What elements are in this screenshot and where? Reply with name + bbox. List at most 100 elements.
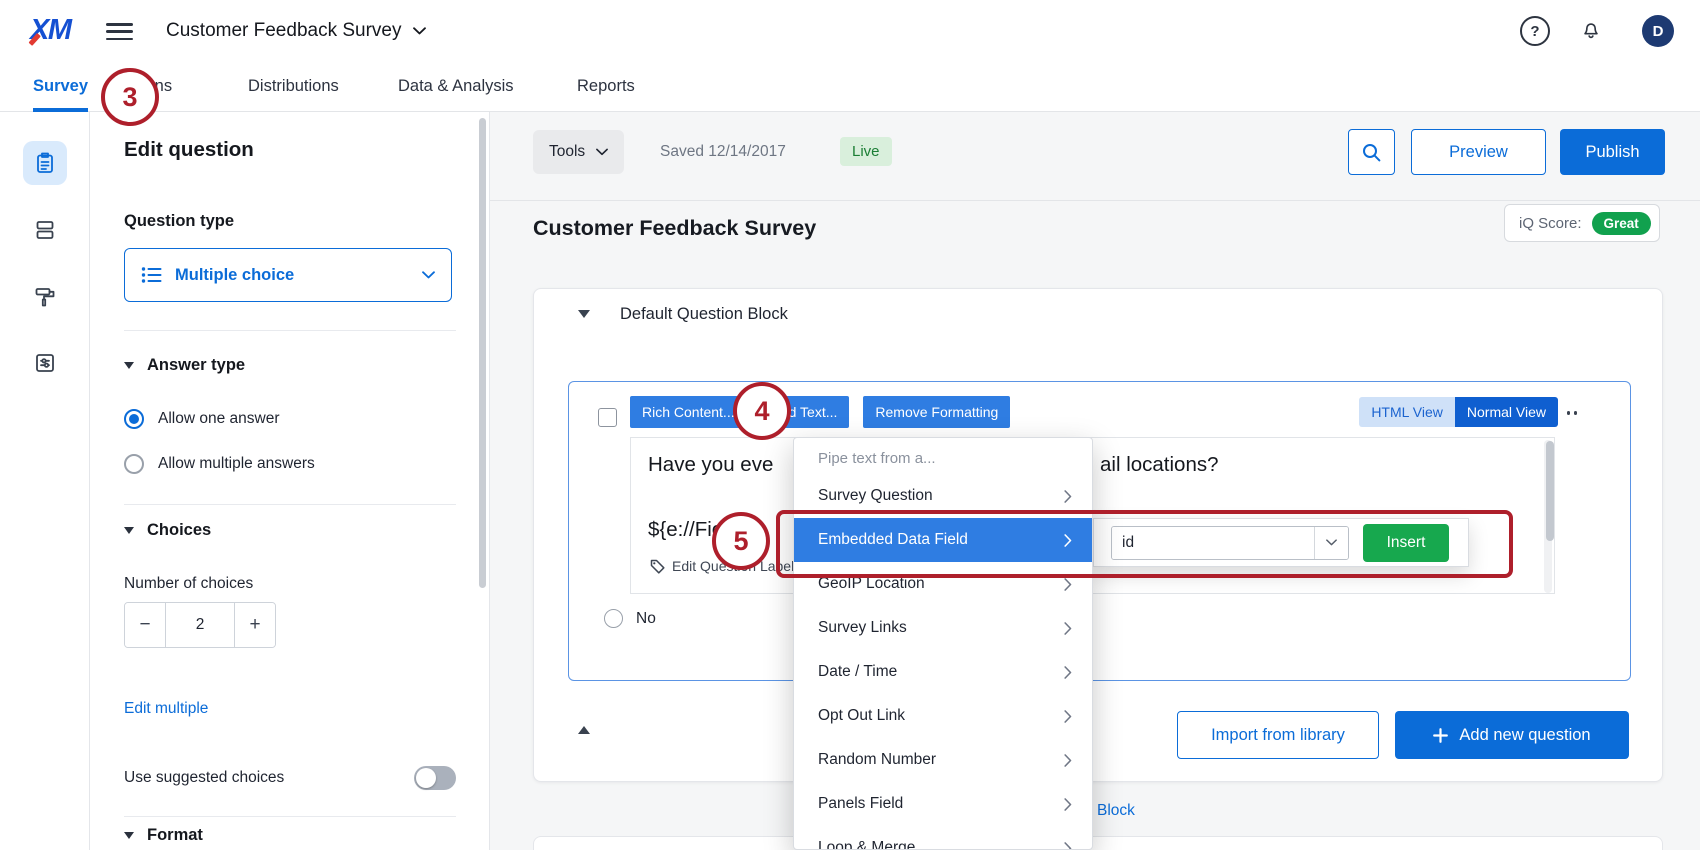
edit-multiple-link[interactable]: Edit multiple xyxy=(124,700,208,718)
chevron-right-icon xyxy=(1064,622,1072,635)
tab-survey[interactable]: Survey xyxy=(33,62,88,111)
iq-score-badge: Great xyxy=(1592,212,1651,235)
tab-distributions[interactable]: Distributions xyxy=(248,62,339,111)
view-mode-tabs: HTML View Normal View xyxy=(1359,397,1558,427)
survey-canvas: Tools Saved 12/14/2017 Live Preview Publ… xyxy=(490,112,1700,850)
insert-button[interactable]: Insert xyxy=(1363,524,1449,562)
question-text-fragment-right: ail locations? xyxy=(1100,453,1219,477)
chevron-down-icon xyxy=(422,271,435,279)
next-block-card-edge xyxy=(533,836,1663,850)
survey-flow-icon[interactable] xyxy=(23,341,67,385)
add-block-link[interactable]: Block xyxy=(1097,802,1135,820)
number-of-choices-label: Number of choices xyxy=(124,575,253,593)
question-type-label: Question type xyxy=(124,212,234,231)
chevron-down-icon xyxy=(413,27,426,35)
embedded-field-input[interactable] xyxy=(1112,527,1314,559)
answer-type-section-header[interactable]: Answer type xyxy=(124,356,245,375)
radio-allow-multiple-answers[interactable]: Allow multiple answers xyxy=(124,454,315,474)
chevron-down-icon xyxy=(124,527,134,534)
menu-item-panels-field[interactable]: Panels Field xyxy=(794,782,1092,826)
panel-title: Edit question xyxy=(124,138,254,162)
block-title: Default Question Block xyxy=(620,305,788,324)
format-section-header[interactable]: Format xyxy=(124,826,203,845)
chevron-right-icon xyxy=(1064,534,1072,547)
use-suggested-toggle[interactable] xyxy=(414,766,456,790)
menu-item-embedded-data-field[interactable]: Embedded Data Field xyxy=(794,518,1092,562)
menu-item-survey-question[interactable]: Survey Question xyxy=(794,474,1092,518)
chevron-down-icon xyxy=(124,832,134,839)
collapse-block-icon[interactable] xyxy=(578,310,590,318)
choice-option-no[interactable]: No xyxy=(604,609,656,628)
tab-data-analysis[interactable]: Data & Analysis xyxy=(398,62,514,111)
survey-builder-icon[interactable] xyxy=(23,141,67,185)
saved-timestamp: Saved 12/14/2017 xyxy=(660,143,786,161)
increase-choices-button[interactable]: + xyxy=(235,603,275,647)
divider xyxy=(124,816,456,817)
top-bar: XM Customer Feedback Survey ? D xyxy=(0,0,1700,62)
menu-header: Pipe text from a... xyxy=(794,438,1092,474)
formatting-toolbar: Rich Content... Piped Text... Remove For… xyxy=(630,396,1010,428)
chevron-down-icon xyxy=(596,148,608,156)
question-type-select[interactable]: Multiple choice xyxy=(124,248,452,302)
annotation-step-4: 4 xyxy=(733,382,791,440)
field-combobox xyxy=(1111,526,1349,560)
left-icon-rail xyxy=(0,112,90,850)
choices-count-value: 2 xyxy=(165,603,235,647)
primary-nav-tabs: Survey Actions Distributions Data & Anal… xyxy=(0,62,1700,112)
blocks-icon[interactable] xyxy=(23,208,67,252)
plus-icon xyxy=(1433,728,1448,743)
search-button[interactable] xyxy=(1348,129,1395,175)
chevron-down-icon xyxy=(1326,539,1337,546)
remove-formatting-button[interactable]: Remove Formatting xyxy=(863,396,1010,428)
user-avatar[interactable]: D xyxy=(1642,15,1674,47)
radio-allow-one-answer[interactable]: Allow one answer xyxy=(124,409,279,429)
list-icon xyxy=(141,266,163,284)
menu-item-date-time[interactable]: Date / Time xyxy=(794,650,1092,694)
menu-item-survey-links[interactable]: Survey Links xyxy=(794,606,1092,650)
iq-score-label: iQ Score: xyxy=(1519,215,1582,232)
iq-score-pill: iQ Score: Great xyxy=(1504,204,1660,242)
chevron-down-icon xyxy=(124,362,134,369)
panel-scrollbar[interactable] xyxy=(479,118,486,588)
menu-item-loop-merge[interactable]: Loop & Merge xyxy=(794,826,1092,850)
question-checkbox[interactable] xyxy=(598,408,617,427)
block-header: Default Question Block xyxy=(578,301,788,327)
divider xyxy=(490,200,1700,201)
choices-section-header[interactable]: Choices xyxy=(124,521,211,540)
normal-view-tab[interactable]: Normal View xyxy=(1455,397,1558,427)
tag-icon xyxy=(650,559,665,574)
chevron-right-icon xyxy=(1064,490,1072,503)
chevron-right-icon xyxy=(1064,842,1072,850)
look-feel-paint-roller-icon[interactable] xyxy=(23,275,67,319)
live-status-badge: Live xyxy=(840,137,892,166)
publish-button[interactable]: Publish xyxy=(1560,129,1665,175)
html-view-tab[interactable]: HTML View xyxy=(1359,397,1455,427)
tab-reports[interactable]: Reports xyxy=(577,62,635,111)
hamburger-menu-icon[interactable] xyxy=(106,23,133,40)
menu-item-opt-out-link[interactable]: Opt Out Link xyxy=(794,694,1092,738)
menu-item-geoip-location[interactable]: GeoIP Location xyxy=(794,562,1092,606)
tools-dropdown-button[interactable]: Tools xyxy=(533,130,624,174)
help-icon[interactable]: ? xyxy=(1520,16,1550,46)
survey-name-dropdown[interactable]: Customer Feedback Survey xyxy=(166,0,426,62)
collapse-card-icon[interactable] xyxy=(578,726,590,734)
field-dropdown-button[interactable] xyxy=(1314,527,1348,559)
overflow-dots-icon xyxy=(1567,411,1578,415)
edit-question-panel: Edit question Question type Multiple cho… xyxy=(90,112,490,850)
search-icon xyxy=(1361,142,1382,163)
add-new-question-button[interactable]: Add new question xyxy=(1395,711,1629,759)
decrease-choices-button[interactable]: − xyxy=(125,603,165,647)
annotation-step-3: 3 xyxy=(101,68,159,126)
radio-unselected-icon xyxy=(604,609,623,628)
chevron-right-icon xyxy=(1064,578,1072,591)
import-from-library-button[interactable]: Import from library xyxy=(1177,711,1379,759)
question-type-value: Multiple choice xyxy=(175,266,294,285)
notifications-bell-icon[interactable] xyxy=(1580,19,1602,41)
editor-scrollbar-thumb[interactable] xyxy=(1546,441,1554,541)
menu-item-random-number[interactable]: Random Number xyxy=(794,738,1092,782)
rich-content-button[interactable]: Rich Content... xyxy=(630,396,747,428)
chevron-right-icon xyxy=(1064,754,1072,767)
xm-logo: XM xyxy=(30,14,71,47)
preview-button[interactable]: Preview xyxy=(1411,129,1546,175)
question-text-fragment-left: Have you eve xyxy=(648,453,773,477)
